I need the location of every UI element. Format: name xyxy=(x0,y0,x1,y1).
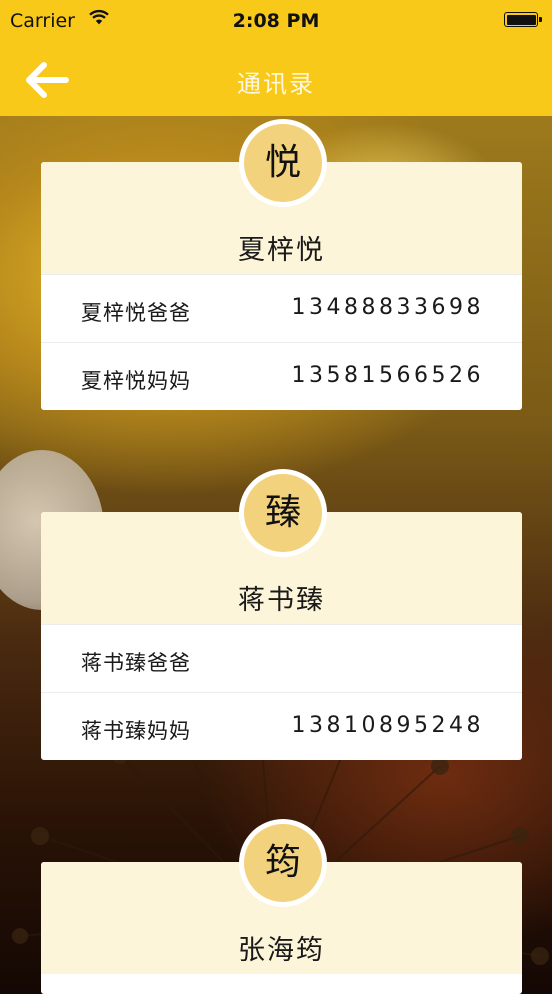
phone-number: 13488833698 xyxy=(291,295,484,320)
contact-name: 夏梓悦 xyxy=(238,235,325,266)
phone-row-label: 夏梓悦爸爸 xyxy=(81,301,191,325)
nav-bar: 通讯录 xyxy=(0,42,552,116)
phone-row-label: 蒋书臻妈妈 xyxy=(81,719,191,743)
phone-number: 13581566526 xyxy=(291,363,484,388)
contact-avatar: 悦 xyxy=(239,119,327,207)
status-bar: Carrier 2:08 PM xyxy=(0,0,552,42)
contact-avatar: 筠 xyxy=(239,819,327,907)
contact-name: 蒋书臻 xyxy=(238,585,325,616)
contact-name: 张海筠 xyxy=(238,935,325,966)
phone-row-label: 蒋书臻爸爸 xyxy=(81,651,191,675)
status-time: 2:08 PM xyxy=(232,10,320,32)
phone-row-label: 夏梓悦妈妈 xyxy=(81,369,191,393)
phone-row[interactable]: 夏梓悦爸爸 13488833698 xyxy=(41,274,522,342)
page-title: 通讯录 xyxy=(237,70,315,98)
phone-row[interactable]: 夏梓悦妈妈 13581566526 xyxy=(41,342,522,410)
avatar-char: 臻 xyxy=(244,474,322,552)
contact-avatar: 臻 xyxy=(239,469,327,557)
battery-icon xyxy=(504,12,542,27)
avatar-char: 筠 xyxy=(244,824,322,902)
avatar-char: 悦 xyxy=(244,124,322,202)
phone-row[interactable]: 蒋书臻爸爸 xyxy=(41,624,522,692)
phone-row[interactable]: 蒋书臻妈妈 13810895248 xyxy=(41,692,522,760)
phone-number: 13810895248 xyxy=(291,713,484,738)
